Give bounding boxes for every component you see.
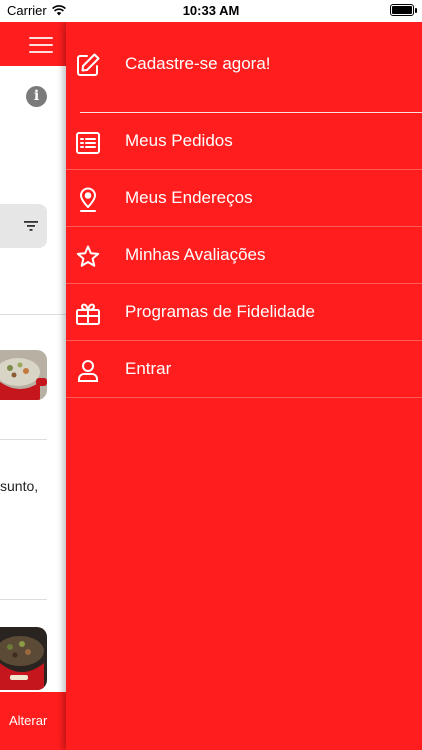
side-drawer: Cadastre-se agora! Meus Pedidos Meus End…: [66, 22, 422, 750]
battery-icon: [390, 4, 414, 16]
item-description-snippet: sunto,: [0, 478, 39, 494]
menu-item-minhas-avaliacoes[interactable]: Minhas Avaliações: [66, 227, 422, 284]
list-icon: [76, 132, 100, 154]
filter-icon[interactable]: [24, 221, 38, 231]
location-pin-icon: [80, 187, 96, 212]
food-image[interactable]: [0, 350, 47, 400]
divider: [0, 599, 47, 600]
star-icon: [76, 245, 100, 267]
menu-item-label: Programas de Fidelidade: [125, 302, 315, 321]
status-time: 10:33 AM: [182, 3, 240, 18]
alterar-button[interactable]: Alterar: [9, 713, 47, 728]
menu-item-meus-enderecos[interactable]: Meus Endereços: [66, 170, 422, 227]
info-icon[interactable]: i: [26, 86, 47, 107]
search-filter-box[interactable]: [0, 204, 47, 248]
divider: [0, 314, 66, 315]
gift-icon: [76, 303, 100, 325]
app-header: [0, 22, 66, 66]
status-bar: Carrier 10:33 AM: [0, 0, 422, 22]
menu-item-label: Entrar: [125, 359, 172, 378]
menu-item-meus-pedidos[interactable]: Meus Pedidos: [66, 113, 422, 170]
drawer-header-signup[interactable]: Cadastre-se agora!: [66, 22, 422, 112]
divider: [0, 439, 47, 440]
bottom-action-bar: Alterar: [0, 692, 66, 750]
menu-item-entrar[interactable]: Entrar: [66, 341, 422, 398]
menu-item-programas-de-fidelidade[interactable]: Programas de Fidelidade: [66, 284, 422, 341]
edit-icon: [77, 53, 100, 76]
menu-item-label: Meus Endereços: [125, 188, 253, 207]
hamburger-menu-icon[interactable]: [29, 37, 53, 53]
background-page: i sunto, Alterar: [0, 22, 66, 750]
user-icon: [78, 360, 98, 382]
food-image[interactable]: [0, 627, 47, 690]
battery-tip: [415, 8, 417, 13]
menu-item-label: Minhas Avaliações: [125, 245, 266, 264]
signup-label: Cadastre-se agora!: [125, 54, 271, 73]
menu-item-label: Meus Pedidos: [125, 131, 233, 150]
